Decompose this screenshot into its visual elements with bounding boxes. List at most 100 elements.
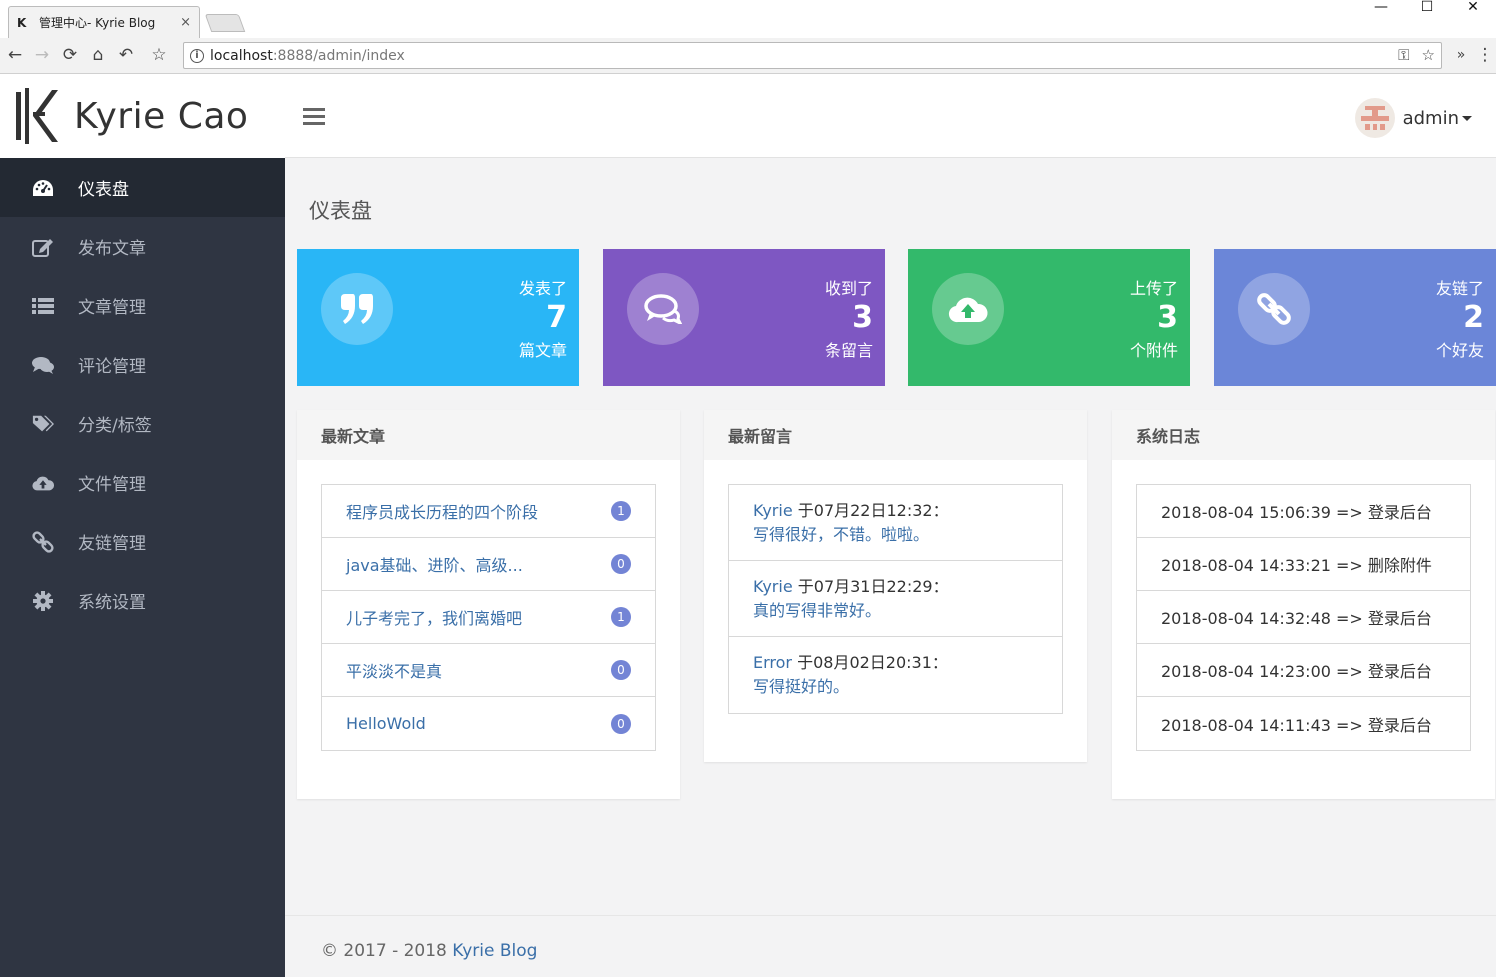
site-info-icon[interactable]: i <box>190 48 204 63</box>
bookmark-star-icon[interactable]: ☆ <box>148 44 170 66</box>
sidebar-item-label: 仪表盘 <box>78 180 129 200</box>
stat-value: 3 <box>852 300 873 335</box>
stat-value: 2 <box>1463 300 1484 335</box>
panel-title: 最新文章 <box>297 410 680 460</box>
tags-icon <box>32 413 54 435</box>
copyright-text: © 2017 - 2018 <box>321 941 453 961</box>
comment-author-link[interactable]: Kyrie <box>753 577 793 596</box>
stat-card-comments[interactable]: 收到了 3 条留言 <box>603 249 885 386</box>
comments-icon <box>627 273 699 345</box>
list-icon <box>32 295 54 317</box>
minimize-button[interactable]: — <box>1358 0 1404 20</box>
url-host: localhost <box>210 47 273 64</box>
hamburger-menu-icon[interactable] <box>303 108 325 126</box>
sidebar-item-comments[interactable]: 评论管理 <box>0 335 285 394</box>
back-arrow-icon[interactable]: ← <box>4 44 26 66</box>
comment-author-link[interactable]: Error <box>753 653 792 672</box>
sidebar-item-settings[interactable]: 系统设置 <box>0 571 285 630</box>
comment-meta: 于07月22日12:32： <box>792 501 949 520</box>
brand-name: Kyrie Cao <box>74 95 249 137</box>
browser-tab[interactable]: K 管理中心- Kyrie Blog × <box>8 6 200 38</box>
url-path: :8888/admin/index <box>272 47 405 64</box>
forward-arrow-icon[interactable]: → <box>31 44 53 66</box>
link-icon <box>32 530 54 553</box>
article-list: 程序员成长历程的四个阶段 1 java基础、进阶、高级... 0 儿子考完了，我… <box>321 484 656 751</box>
stat-label: 上传了 <box>1129 279 1178 298</box>
top-header: admin <box>285 74 1496 158</box>
list-item[interactable]: Kyrie 于07月31日22:29： 真的写得非常好。 <box>729 561 1062 637</box>
comment-text[interactable]: 真的写得非常好。 <box>753 599 1038 623</box>
browser-titlebar: K 管理中心- Kyrie Blog × — ☐ ✕ <box>0 0 1496 38</box>
key-icon[interactable]: ⚿ <box>1398 46 1409 64</box>
stat-label: 友链了 <box>1435 279 1484 298</box>
link-icon <box>1238 273 1310 345</box>
article-link[interactable]: java基础、进阶、高级... <box>346 552 523 576</box>
list-item[interactable]: HelloWold 0 <box>322 697 655 750</box>
main-content: 仪表盘 发表了 7 篇文章 收到了 3 条留言 上传了 3 个附件 友链了 2 … <box>285 158 1496 977</box>
sidebar-item-files[interactable]: 文件管理 <box>0 453 285 512</box>
article-link[interactable]: 程序员成长历程的四个阶段 <box>346 499 538 523</box>
log-entry: 2018-08-04 14:33:21 => 删除附件 <box>1137 538 1470 591</box>
user-menu[interactable]: admin <box>1354 98 1472 138</box>
quote-icon <box>321 273 393 345</box>
footer-blog-link[interactable]: Kyrie Blog <box>452 941 537 961</box>
comment-count-badge: 0 <box>611 660 631 680</box>
kyrie-favicon-icon: K <box>17 15 27 30</box>
comment-count-badge: 0 <box>611 554 631 574</box>
brand[interactable]: Kyrie Cao <box>0 74 285 158</box>
list-item[interactable]: 平淡淡不是真 0 <box>322 644 655 697</box>
comment-text[interactable]: 写得很好，不错。啦啦。 <box>753 523 1038 547</box>
home-icon[interactable]: ⌂ <box>87 44 109 66</box>
log-list: 2018-08-04 15:06:39 => 登录后台 2018-08-04 1… <box>1136 484 1471 751</box>
sidebar-item-categories[interactable]: 分类/标签 <box>0 394 285 453</box>
kyrie-logo-icon <box>16 88 58 144</box>
log-entry: 2018-08-04 15:06:39 => 登录后台 <box>1137 485 1470 538</box>
undo-icon[interactable]: ↶ <box>115 44 137 66</box>
comment-text[interactable]: 写得挺好的。 <box>753 675 1038 699</box>
comment-author-link[interactable]: Kyrie <box>753 501 793 520</box>
sidebar-item-links[interactable]: 友链管理 <box>0 512 285 571</box>
article-link[interactable]: 儿子考完了，我们离婚吧 <box>346 605 522 629</box>
comment-list: Kyrie 于07月22日12:32： 写得很好，不错。啦啦。 Kyrie 于0… <box>728 484 1063 714</box>
reload-icon[interactable]: ⟳ <box>59 44 81 66</box>
sidebar-item-publish[interactable]: 发布文章 <box>0 217 285 276</box>
new-tab-button[interactable] <box>204 14 246 32</box>
window-controls: — ☐ ✕ <box>1358 0 1496 20</box>
close-window-button[interactable]: ✕ <box>1450 0 1496 20</box>
list-item[interactable]: 程序员成长历程的四个阶段 1 <box>322 485 655 538</box>
address-bar[interactable]: i localhost :8888/admin/index ⚿ ☆ <box>183 42 1442 69</box>
article-link[interactable]: 平淡淡不是真 <box>346 658 442 682</box>
list-item[interactable]: Kyrie 于07月22日12:32： 写得很好，不错。啦啦。 <box>729 485 1062 561</box>
article-link[interactable]: HelloWold <box>346 714 426 733</box>
latest-articles-panel: 最新文章 程序员成长历程的四个阶段 1 java基础、进阶、高级... 0 儿子… <box>297 410 680 799</box>
system-log-panel: 系统日志 2018-08-04 15:06:39 => 登录后台 2018-08… <box>1112 410 1495 799</box>
username: admin <box>1402 107 1459 129</box>
comment-meta: 于08月02日20:31： <box>792 653 948 672</box>
star-icon[interactable]: ☆ <box>1422 46 1435 64</box>
list-item[interactable]: java基础、进阶、高级... 0 <box>322 538 655 591</box>
sidebar-item-label: 分类/标签 <box>78 416 152 436</box>
stat-unit: 篇文章 <box>518 341 567 360</box>
gear-icon <box>32 590 54 612</box>
stat-card-attachments[interactable]: 上传了 3 个附件 <box>908 249 1190 386</box>
page-title: 仪表盘 <box>309 199 372 223</box>
double-chevron-icon[interactable]: » <box>1450 44 1472 66</box>
panel-title: 系统日志 <box>1112 410 1495 460</box>
sidebar-item-articles[interactable]: 文章管理 <box>0 276 285 335</box>
maximize-button[interactable]: ☐ <box>1404 0 1450 20</box>
stat-label: 收到了 <box>824 279 873 298</box>
stat-unit: 条留言 <box>824 341 873 360</box>
dashboard-icon <box>32 177 54 199</box>
log-entry: 2018-08-04 14:11:43 => 登录后台 <box>1161 715 1432 735</box>
tab-close-icon[interactable]: × <box>180 15 191 30</box>
sidebar-item-label: 友链管理 <box>78 534 146 554</box>
stat-card-articles[interactable]: 发表了 7 篇文章 <box>297 249 579 386</box>
list-item[interactable]: 儿子考完了，我们离婚吧 1 <box>322 591 655 644</box>
list-item[interactable]: Error 于08月02日20:31： 写得挺好的。 <box>729 637 1062 713</box>
menu-dots-icon[interactable]: ⋮ <box>1474 44 1496 66</box>
stat-card-friend-links[interactable]: 友链了 2 个好友 <box>1214 249 1496 386</box>
sidebar-item-dashboard[interactable]: 仪表盘 <box>0 158 285 217</box>
stat-label: 发表了 <box>518 279 567 298</box>
log-entry: 2018-08-04 14:23:00 => 登录后台 <box>1137 644 1470 697</box>
sidebar-item-label: 评论管理 <box>78 357 146 377</box>
